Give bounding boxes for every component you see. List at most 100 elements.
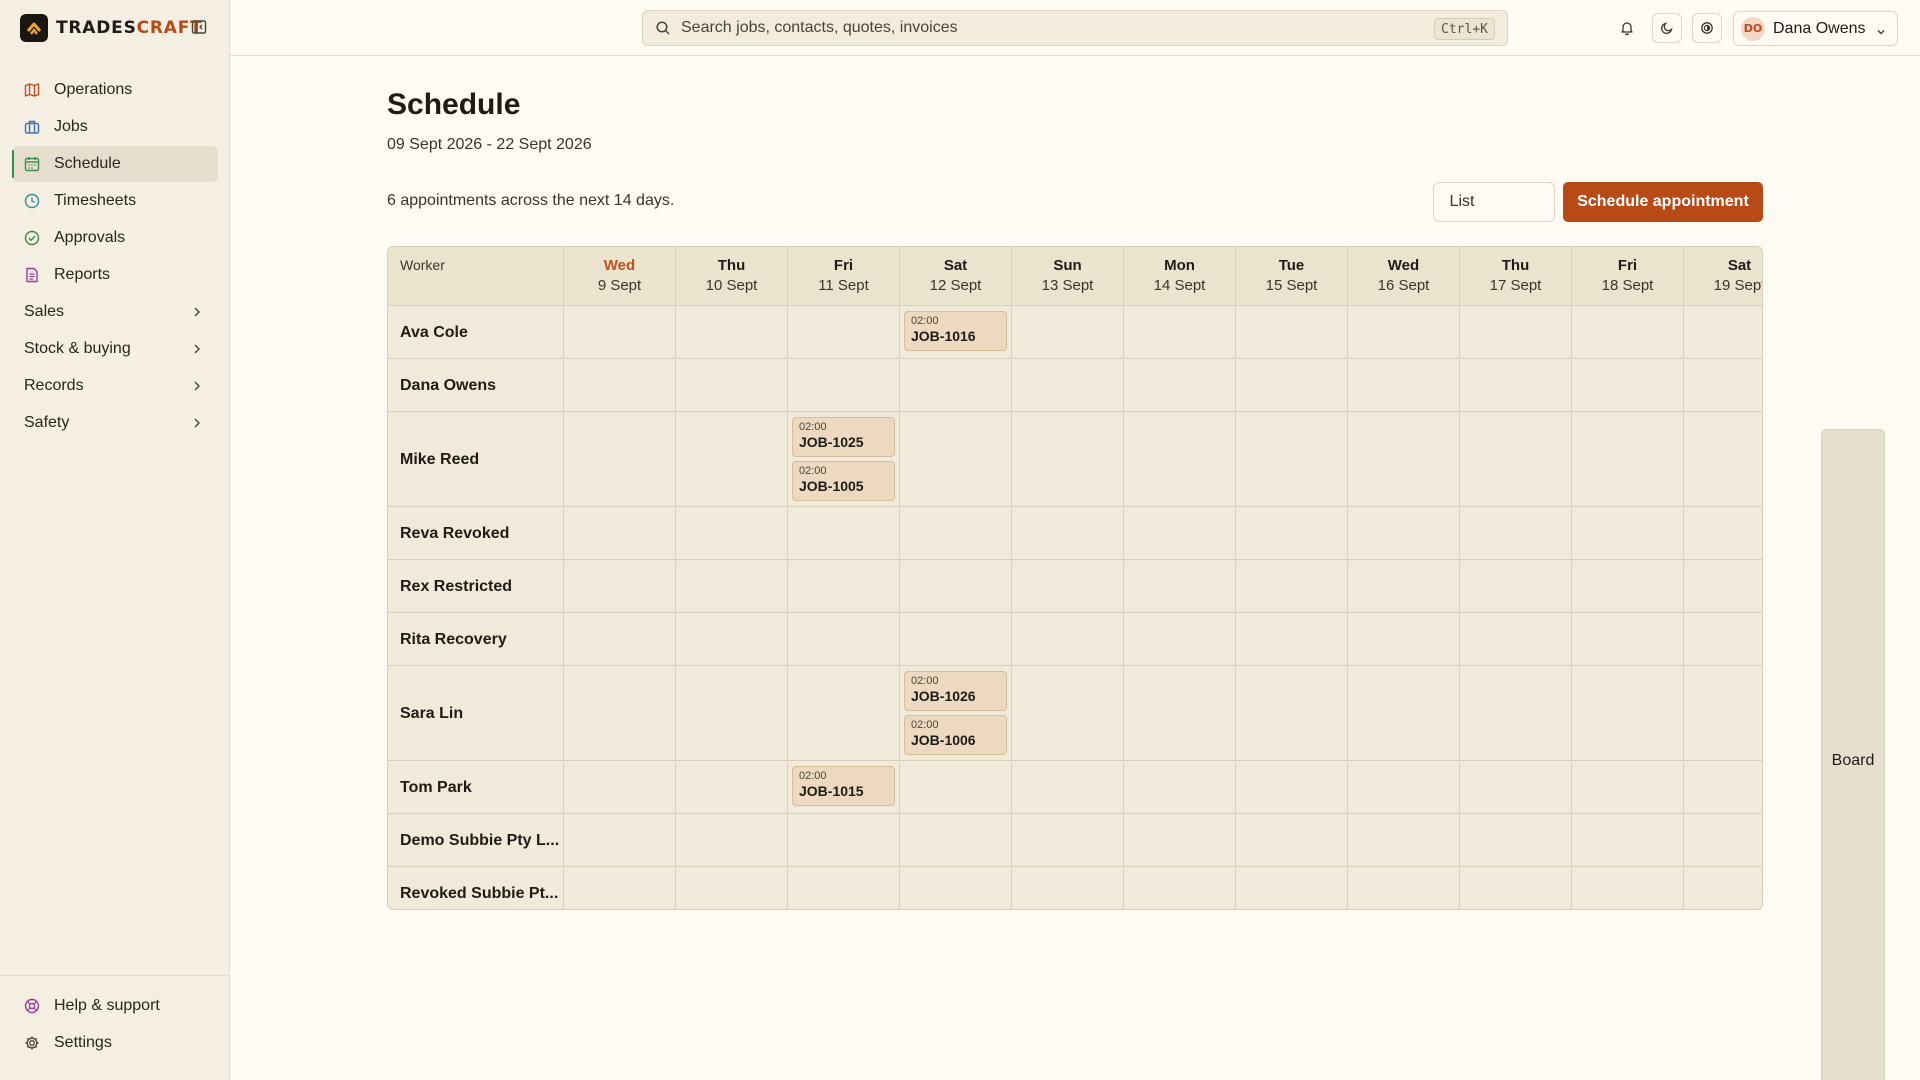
sidebar-item-schedule[interactable]: Schedule: [12, 146, 218, 182]
worker-name[interactable]: Revoked Subbie Pt...: [388, 868, 564, 909]
schedule-cell[interactable]: [1572, 360, 1684, 411]
schedule-cell[interactable]: [1236, 667, 1348, 760]
sidebar-item-approvals[interactable]: Approvals: [12, 220, 218, 256]
schedule-cell[interactable]: [1124, 667, 1236, 760]
schedule-cell[interactable]: [676, 360, 788, 411]
schedule-cell[interactable]: [1684, 815, 1762, 866]
schedule-cell[interactable]: [900, 614, 1012, 665]
schedule-cell[interactable]: [1348, 360, 1460, 411]
schedule-cell[interactable]: [1684, 762, 1762, 813]
schedule-cell[interactable]: [900, 508, 1012, 559]
sidebar-group-safety[interactable]: Safety: [12, 405, 218, 441]
schedule-cell[interactable]: [1684, 614, 1762, 665]
sidebar-item-jobs[interactable]: Jobs: [12, 109, 218, 145]
schedule-cell[interactable]: [1236, 413, 1348, 506]
schedule-cell[interactable]: [1348, 667, 1460, 760]
schedule-cell[interactable]: [788, 360, 900, 411]
sidebar-group-records[interactable]: Records: [12, 368, 218, 404]
schedule-cell[interactable]: [1012, 307, 1124, 358]
view-list-button[interactable]: List: [1437, 186, 1487, 218]
schedule-cell[interactable]: [1460, 508, 1572, 559]
schedule-cell[interactable]: [564, 868, 676, 909]
contrast-toggle-button[interactable]: [1692, 13, 1722, 43]
schedule-cell[interactable]: [1012, 360, 1124, 411]
schedule-cell[interactable]: [564, 508, 676, 559]
worker-name[interactable]: Rita Recovery: [388, 614, 564, 665]
schedule-cell[interactable]: [676, 508, 788, 559]
schedule-cell[interactable]: [788, 815, 900, 866]
search-input[interactable]: Search jobs, contacts, quotes, invoices …: [642, 10, 1508, 46]
appointment-card[interactable]: 02:00 JOB-1026: [904, 671, 1007, 711]
sidebar-item-settings[interactable]: Settings: [12, 1025, 218, 1061]
schedule-cell[interactable]: [1572, 667, 1684, 760]
schedule-cell[interactable]: [900, 868, 1012, 909]
schedule-cell[interactable]: [788, 508, 900, 559]
schedule-cell[interactable]: [564, 614, 676, 665]
schedule-cell[interactable]: [788, 307, 900, 358]
schedule-cell[interactable]: [900, 762, 1012, 813]
appointment-card[interactable]: 02:00 JOB-1025: [792, 417, 895, 457]
schedule-cell[interactable]: [1348, 413, 1460, 506]
schedule-cell[interactable]: [1572, 561, 1684, 612]
sidebar-item-timesheets[interactable]: Timesheets: [12, 183, 218, 219]
appointment-card[interactable]: 02:00 JOB-1005: [792, 461, 895, 501]
schedule-cell[interactable]: [1572, 868, 1684, 909]
schedule-cell[interactable]: [676, 762, 788, 813]
schedule-cell[interactable]: [564, 360, 676, 411]
schedule-cell[interactable]: [788, 614, 900, 665]
schedule-cell[interactable]: [1460, 360, 1572, 411]
schedule-cell[interactable]: [1684, 307, 1762, 358]
schedule-cell[interactable]: [564, 561, 676, 612]
schedule-cell[interactable]: [1572, 413, 1684, 506]
schedule-cell[interactable]: [1348, 307, 1460, 358]
schedule-cell[interactable]: [676, 614, 788, 665]
schedule-cell[interactable]: [900, 360, 1012, 411]
schedule-cell[interactable]: [1012, 868, 1124, 909]
schedule-cell[interactable]: [1236, 561, 1348, 612]
schedule-cell[interactable]: [1124, 762, 1236, 813]
worker-name[interactable]: Demo Subbie Pty L...: [388, 815, 564, 866]
theme-toggle-button[interactable]: [1652, 13, 1682, 43]
schedule-cell[interactable]: [1124, 360, 1236, 411]
schedule-cell[interactable]: [1012, 561, 1124, 612]
schedule-cell[interactable]: [1012, 815, 1124, 866]
sidebar-item-reports[interactable]: Reports: [12, 257, 218, 293]
schedule-cell[interactable]: [1124, 614, 1236, 665]
schedule-cell[interactable]: [1460, 762, 1572, 813]
schedule-cell[interactable]: [1460, 868, 1572, 909]
schedule-cell[interactable]: [1460, 815, 1572, 866]
schedule-cell[interactable]: [1348, 762, 1460, 813]
schedule-cell[interactable]: [1684, 868, 1762, 909]
schedule-cell[interactable]: [676, 868, 788, 909]
sidebar-collapse-icon[interactable]: [190, 18, 208, 36]
schedule-cell[interactable]: [1124, 508, 1236, 559]
schedule-cell[interactable]: [1684, 360, 1762, 411]
schedule-cell[interactable]: [1012, 508, 1124, 559]
appointment-card[interactable]: 02:00 JOB-1015: [792, 766, 895, 806]
sidebar-group-stock-buying[interactable]: Stock & buying: [12, 331, 218, 367]
schedule-cell[interactable]: [1236, 614, 1348, 665]
schedule-cell[interactable]: [676, 307, 788, 358]
schedule-cell[interactable]: [1348, 614, 1460, 665]
worker-name[interactable]: Sara Lin: [388, 667, 564, 760]
schedule-cell[interactable]: [1124, 561, 1236, 612]
schedule-cell[interactable]: [1684, 413, 1762, 506]
schedule-cell[interactable]: [1348, 561, 1460, 612]
schedule-cell[interactable]: [676, 561, 788, 612]
schedule-cell[interactable]: [1572, 762, 1684, 813]
schedule-cell[interactable]: [676, 413, 788, 506]
worker-name[interactable]: Ava Cole: [388, 307, 564, 358]
schedule-cell[interactable]: [564, 762, 676, 813]
schedule-appointment-button[interactable]: Schedule appointment: [1563, 182, 1763, 222]
schedule-cell[interactable]: [1348, 815, 1460, 866]
schedule-cell[interactable]: [676, 667, 788, 760]
schedule-cell[interactable]: [900, 815, 1012, 866]
notifications-button[interactable]: [1612, 13, 1642, 43]
schedule-cell[interactable]: [564, 815, 676, 866]
schedule-cell[interactable]: [1236, 815, 1348, 866]
schedule-cell[interactable]: [1572, 815, 1684, 866]
schedule-cell[interactable]: [1012, 614, 1124, 665]
schedule-cell[interactable]: [788, 667, 900, 760]
schedule-cell[interactable]: [564, 307, 676, 358]
schedule-cell[interactable]: [1236, 762, 1348, 813]
